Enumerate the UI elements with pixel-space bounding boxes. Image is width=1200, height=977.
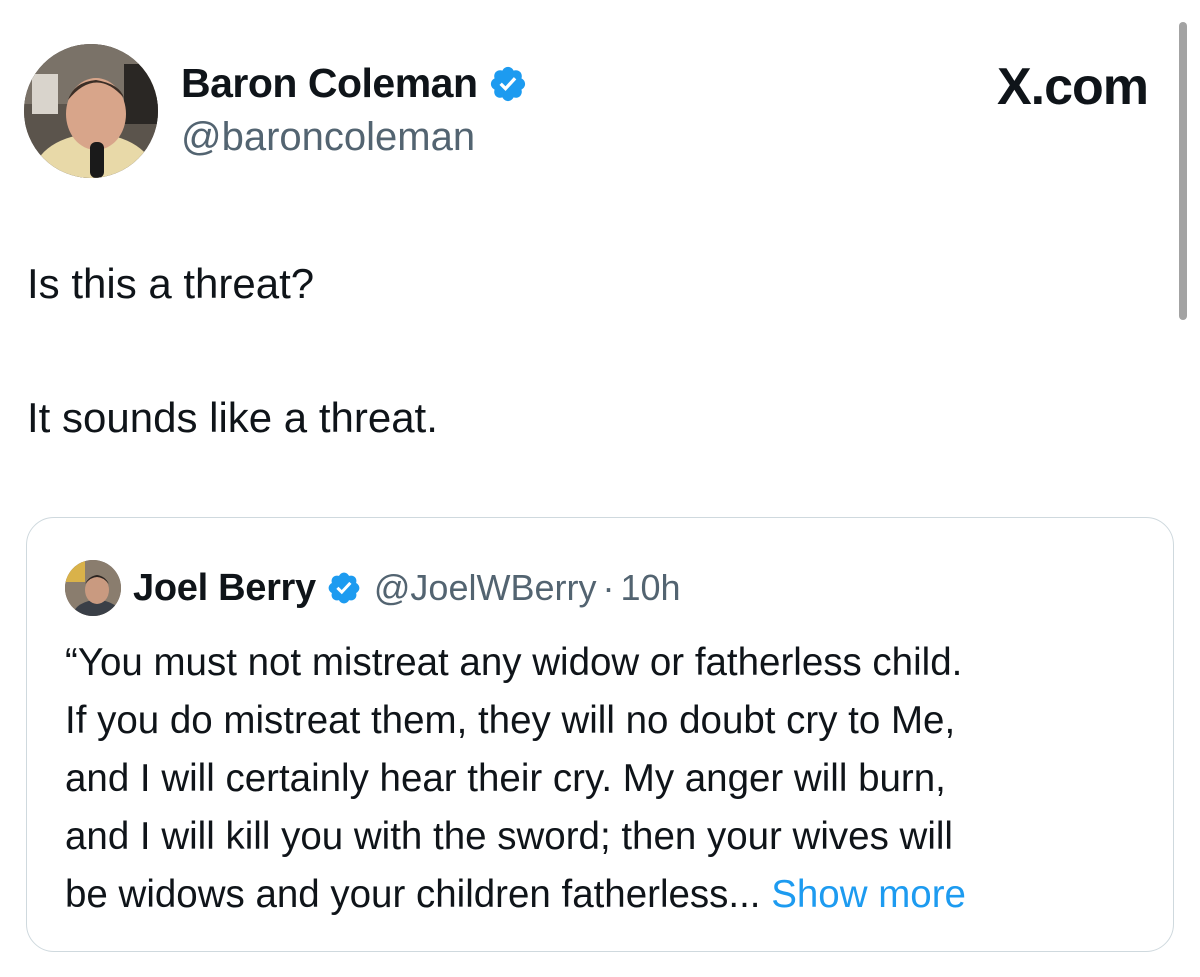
quoted-tweet-text: “You must not mistreat any widow or fath… [65,634,1145,924]
quote-text-line: be widows and your children fatherless..… [65,873,761,916]
quote-text-line: “You must not mistreat any widow or fath… [65,641,963,684]
author-name[interactable]: Baron Coleman [181,60,478,107]
quote-author-name[interactable]: Joel Berry [133,567,316,610]
tweet-text-line: Is this a threat? [27,260,315,307]
quote-author-avatar[interactable] [65,560,121,616]
tweet-screenshot: Baron Coleman @baroncoleman X.com Is thi… [0,0,1200,977]
quoted-tweet-header: Joel Berry @JoelWBerry · 10h [65,560,681,616]
quote-text-line: If you do mistreat them, they will no do… [65,699,956,742]
author-avatar-image [24,44,158,178]
quoted-tweet-card[interactable]: Joel Berry @JoelWBerry · 10h “You must n… [26,517,1174,952]
quote-text-last-line: be widows and your children fatherless..… [65,866,1145,924]
dot-separator: · [602,567,615,608]
show-more-link[interactable]: Show more [771,873,966,916]
quote-author-handle[interactable]: @JoelWBerry [374,567,597,609]
author-handle[interactable]: @baroncoleman [181,115,475,160]
scrollbar[interactable] [1179,22,1187,320]
author-name-row: Baron Coleman [181,60,528,107]
verified-badge-icon [328,572,360,604]
brand-logo: X.com [996,58,1149,116]
quote-text-line: and I will certainly hear their cry. My … [65,757,946,800]
quote-timestamp[interactable]: 10h [620,567,680,609]
quote-text-line: and I will kill you with the sword; then… [65,815,953,858]
author-avatar[interactable] [24,44,158,178]
quote-author-avatar-image [65,560,121,616]
verified-badge-icon [490,66,525,101]
tweet-text-line: It sounds like a threat. [27,394,438,441]
